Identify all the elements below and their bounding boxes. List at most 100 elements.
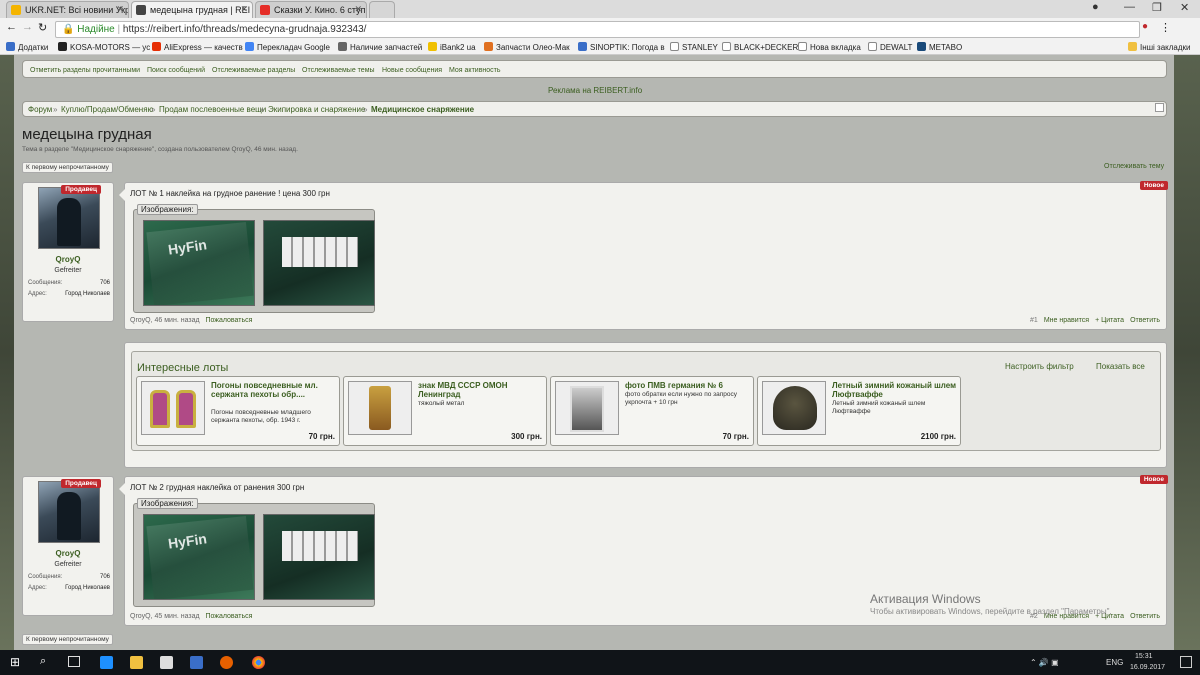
back-icon[interactable]: ← <box>6 21 17 33</box>
ad-link[interactable]: Реклама на REIBERT.info <box>548 86 642 95</box>
post-author[interactable]: QroyQ <box>130 317 151 324</box>
window-close-icon[interactable]: ✕ <box>1180 1 1189 14</box>
tray-icons[interactable]: ⌃ 🔊 ▣ <box>1030 658 1059 667</box>
first-unread-button-bottom[interactable]: К первому непрочитанному <box>22 634 113 645</box>
lot-description: тяжолый метал <box>418 400 465 407</box>
bookmark-oleomac[interactable]: Запчасти Олео-Мак <box>484 42 570 52</box>
new-badge: Новое <box>1139 181 1168 190</box>
lot-image[interactable] <box>141 381 205 435</box>
bookmark-translate[interactable]: Перекладач Google <box>245 42 330 52</box>
watched-forums-link[interactable]: Отслеживаемые разделы <box>212 67 295 74</box>
interesting-lots-panel: Интересные лоты Настроить фильтр Показат… <box>124 342 1167 468</box>
lot-card[interactable]: Летный зимний кожаный шлем Люфтваффе Лет… <box>757 376 961 446</box>
close-icon[interactable]: ✕ <box>240 4 248 15</box>
bookmark-metabo[interactable]: METABO <box>917 42 962 52</box>
attachment-thumbnail[interactable] <box>143 514 255 600</box>
bookmark-newtab[interactable]: Нова вкладка <box>798 42 861 52</box>
reply-link[interactable]: Ответить <box>1130 317 1160 324</box>
bookmark-apps[interactable]: Додатки <box>6 42 48 52</box>
report-link[interactable]: Пожаловаться <box>205 613 252 620</box>
avatar[interactable] <box>38 481 100 543</box>
post-time[interactable]: 45 мин. назад <box>155 613 200 620</box>
breadcrumb-postwar[interactable]: Продам послевоенные вещи <box>159 105 266 114</box>
lot-card[interactable]: Погоны повседневные мл. сержанта пехоты … <box>136 376 340 446</box>
bookmark-dewalt[interactable]: DEWALT <box>868 42 912 52</box>
tab-ukrnet[interactable]: UKR.NET: Всі новини Укр ✕ <box>6 1 129 18</box>
store-icon[interactable] <box>160 656 173 669</box>
post-number[interactable]: #1 <box>1030 317 1038 324</box>
lot-image[interactable] <box>348 381 412 435</box>
new-posts-link[interactable]: Новые сообщения <box>382 67 442 74</box>
breadcrumb-forum[interactable]: Форум <box>28 105 52 114</box>
clock-time[interactable]: 15:31 <box>1135 653 1153 660</box>
breadcrumb-equipment[interactable]: Экипировка и снаряжение <box>268 105 365 114</box>
lot-price: 2100 грн. <box>920 432 956 441</box>
search-posts-link[interactable]: Поиск сообщений <box>147 67 205 74</box>
new-tab-button[interactable] <box>369 1 395 18</box>
filter-settings-link[interactable]: Настроить фильтр <box>1005 362 1074 371</box>
notifications-icon[interactable] <box>1180 656 1192 668</box>
windows-start-icon[interactable]: ⊞ <box>10 655 20 669</box>
attachment-thumbnail[interactable] <box>263 220 375 306</box>
explorer-icon[interactable] <box>130 656 143 669</box>
minimize-icon[interactable]: — <box>1124 1 1135 13</box>
reply-link[interactable]: Ответить <box>1130 613 1160 620</box>
edge-icon[interactable] <box>100 656 113 669</box>
close-icon[interactable]: ✕ <box>116 4 124 15</box>
breadcrumb-buy-sell[interactable]: Куплю/Продам/Обменяю <box>61 105 154 114</box>
lot-title[interactable]: Летный зимний кожаный шлем Люфтваффе <box>832 381 958 399</box>
username[interactable]: QroyQ <box>23 255 113 264</box>
profile-icon[interactable]: ● <box>1092 1 1099 13</box>
search-icon[interactable]: ⌕ <box>40 655 46 668</box>
watch-thread-link[interactable]: Отслеживать тему <box>1104 163 1164 170</box>
bookmark-other[interactable]: Інші закладки <box>1128 42 1191 52</box>
quote-link[interactable]: + Цитата <box>1095 317 1124 324</box>
watched-threads-link[interactable]: Отслеживаемые темы <box>302 67 375 74</box>
bookmark-kosa[interactable]: KOSA-MOTORS — ус <box>58 42 150 52</box>
language-indicator[interactable]: ENG <box>1106 658 1123 667</box>
post-time[interactable]: 46 мин. назад <box>155 317 200 324</box>
firefox-icon[interactable] <box>220 656 233 669</box>
tab-youtube[interactable]: Сказки У. Кино. 6 ступ. ✕ <box>255 1 367 18</box>
report-link[interactable]: Пожаловаться <box>205 317 252 324</box>
chrome-icon[interactable] <box>252 656 265 669</box>
forward-icon[interactable]: → <box>22 21 33 33</box>
lot-image[interactable] <box>762 381 826 435</box>
lot-image[interactable] <box>555 381 619 435</box>
address-bar[interactable]: 🔒 Надійне | https://reibert.info/threads… <box>55 21 1140 38</box>
maximize-icon[interactable]: ❐ <box>1152 1 1162 14</box>
bookmark-parts[interactable]: Наличие запчастей <box>338 42 422 52</box>
avatar[interactable] <box>38 187 100 249</box>
mark-read-link[interactable]: Отметить разделы прочитанными <box>30 67 140 74</box>
attachment-thumbnail[interactable] <box>263 514 375 600</box>
like-link[interactable]: Мне нравится <box>1044 317 1089 324</box>
breadcrumb-medical[interactable]: Медицинское снаряжение <box>371 105 474 114</box>
clock-date[interactable]: 16.09.2017 <box>1130 664 1165 671</box>
tab-reibert[interactable]: медецына грудная | REI ✕ <box>131 1 253 18</box>
bookmark-stanley[interactable]: STANLEY <box>670 42 718 52</box>
show-all-link[interactable]: Показать все <box>1096 362 1145 371</box>
attachment-thumbnail[interactable] <box>143 220 255 306</box>
my-activity-link[interactable]: Моя активность <box>449 67 501 74</box>
breadcrumb-menu-icon[interactable] <box>1155 103 1164 112</box>
close-icon[interactable]: ✕ <box>354 4 362 15</box>
lot-title[interactable]: знак МВД СССР ОМОН Ленинград <box>418 381 544 399</box>
username[interactable]: QroyQ <box>23 549 113 558</box>
bookmark-aliexpress[interactable]: AliExpress — качеств <box>152 42 243 52</box>
bookmark-ibank[interactable]: iBank2 ua <box>428 42 476 52</box>
post-1: Новое ЛОТ № 1 наклейка на грудное ранени… <box>119 181 1168 330</box>
first-unread-button[interactable]: К первому непрочитанному <box>22 162 113 173</box>
breadcrumb-sep: » <box>53 105 58 114</box>
extension-icon[interactable]: ● <box>1142 21 1148 32</box>
post-author[interactable]: QroyQ <box>130 613 151 620</box>
reload-icon[interactable]: ↻ <box>38 21 47 34</box>
lot-title[interactable]: фото ПМВ германия № 6 <box>625 381 751 390</box>
lot-title[interactable]: Погоны повседневные мл. сержанта пехоты … <box>211 381 337 399</box>
lot-card[interactable]: знак МВД СССР ОМОН Ленинград тяжолый мет… <box>343 376 547 446</box>
bookmark-blackdecker[interactable]: BLACK+DECKER <box>722 42 798 52</box>
app-icon[interactable] <box>190 656 203 669</box>
bookmark-sinoptik[interactable]: SINOPTIK: Погода в <box>578 42 665 52</box>
menu-icon[interactable]: ⋮ <box>1160 21 1171 34</box>
task-view-icon[interactable] <box>68 656 80 667</box>
lot-card[interactable]: фото ПМВ германия № 6 фото обратки если … <box>550 376 754 446</box>
